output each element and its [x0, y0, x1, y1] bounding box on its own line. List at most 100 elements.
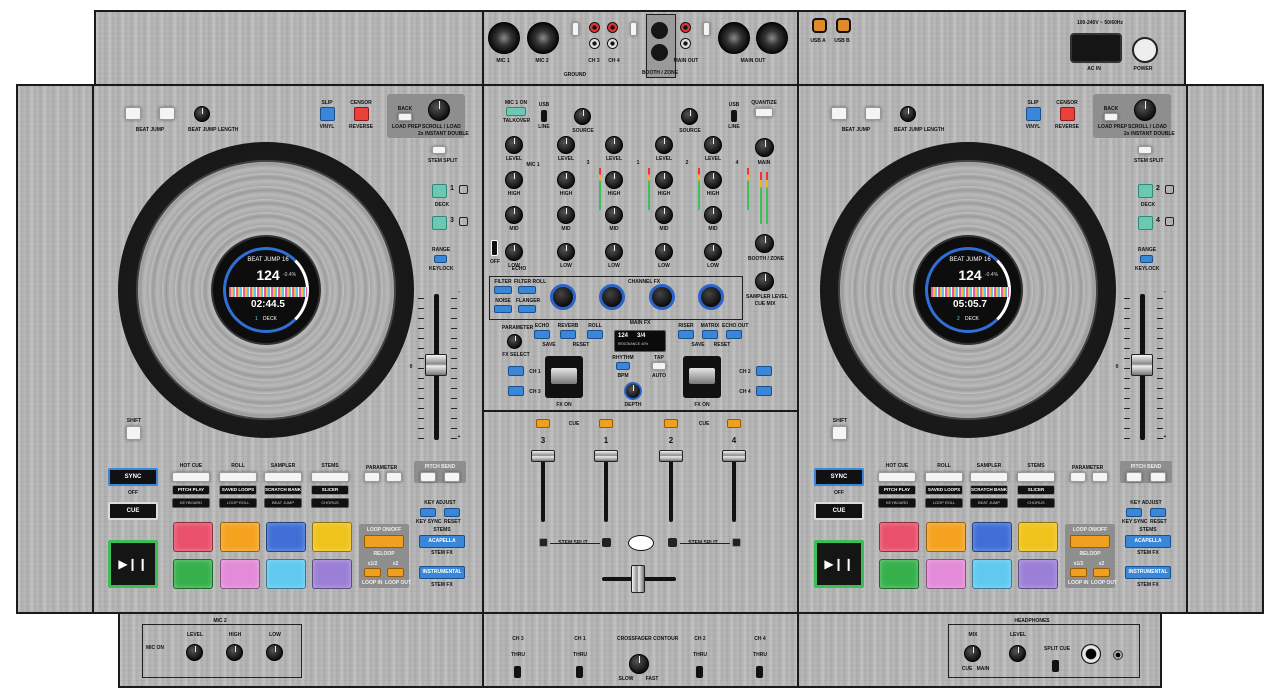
mic2-low-knob[interactable] — [266, 644, 283, 661]
performance-pad[interactable] — [220, 522, 260, 552]
usb-b-port[interactable] — [836, 18, 851, 33]
loop-on-off-button[interactable] — [364, 535, 404, 548]
ch1-mid-knob[interactable] — [605, 206, 623, 224]
pad-mode-button[interactable]: SAVED LOOPS — [219, 485, 257, 495]
stem-split-left-button[interactable] — [539, 538, 548, 547]
channel-fx-knob-2[interactable] — [649, 284, 675, 310]
back-button[interactable] — [1104, 113, 1118, 121]
filter-button[interactable] — [494, 286, 512, 294]
pad-mode-sub-button[interactable]: CHORUS — [311, 498, 349, 508]
pad-mode-top-button[interactable] — [264, 472, 302, 482]
performance-pad[interactable] — [926, 559, 966, 589]
pad-mode-sub-button[interactable]: BEAT JUMP — [264, 498, 302, 508]
usb-a-port[interactable] — [812, 18, 827, 33]
stem-split-button[interactable] — [1138, 146, 1152, 154]
cue-button-ch4[interactable] — [727, 419, 741, 428]
booth-jack-2[interactable] — [651, 44, 668, 61]
ch3-mid-knob[interactable] — [557, 206, 575, 224]
channel-fx-knob-3[interactable] — [550, 284, 576, 310]
mic1-jack[interactable] — [488, 22, 520, 54]
deck-button-b[interactable] — [432, 216, 447, 230]
booth-jack-1[interactable] — [651, 22, 668, 39]
parameter-plus-button[interactable] — [1092, 472, 1108, 482]
pitch-bend-plus-button[interactable] — [1150, 472, 1166, 482]
ch4-mid-knob[interactable] — [704, 206, 722, 224]
channel-fx-knob-1[interactable] — [599, 284, 625, 310]
performance-pad[interactable] — [972, 559, 1012, 589]
ch2-fader-cap[interactable] — [659, 450, 683, 462]
performance-pad[interactable] — [173, 522, 213, 552]
stem-split-right-pin[interactable] — [668, 538, 677, 547]
split-cue-switch[interactable] — [1052, 660, 1059, 672]
ch3-rca-r[interactable] — [589, 38, 600, 49]
cue-button-ch3[interactable] — [536, 419, 550, 428]
ch4-fader-cap[interactable] — [722, 450, 746, 462]
ch4-rca-r[interactable] — [607, 38, 618, 49]
main-level-knob[interactable] — [755, 138, 774, 157]
source-switch-left[interactable] — [541, 110, 547, 122]
crossfader-cap[interactable] — [631, 565, 645, 593]
sync-button[interactable]: SYNC — [108, 468, 158, 486]
beat-jump-forward-button[interactable] — [159, 107, 175, 120]
pad-mode-button[interactable]: SCRATCH BANK — [264, 485, 302, 495]
slip-button[interactable] — [320, 107, 335, 121]
performance-pad[interactable] — [173, 559, 213, 589]
instrumental-button[interactable]: INSTRUMENTAL — [419, 566, 465, 579]
pad-mode-button[interactable]: SCRATCH BANK — [970, 485, 1008, 495]
ch3-fader-cap[interactable] — [531, 450, 555, 462]
fx-assign-ch4-button[interactable] — [756, 386, 772, 396]
pad-mode-top-button[interactable] — [1017, 472, 1055, 482]
performance-pad[interactable] — [266, 522, 306, 552]
pitch-fader-cap[interactable] — [425, 354, 447, 376]
ch2-gain-knob[interactable] — [655, 136, 673, 154]
channel-fx-knob-4[interactable] — [698, 284, 724, 310]
stem-split-right-button[interactable] — [732, 538, 741, 547]
fx-matrix-button[interactable] — [702, 330, 718, 339]
beat-jump-back-button[interactable] — [831, 107, 847, 120]
deck-button-b[interactable] — [1138, 216, 1153, 230]
fx-roll-button[interactable] — [587, 330, 603, 339]
fx-assign-ch2-button[interactable] — [756, 366, 772, 376]
ch4-gain-knob[interactable] — [704, 136, 722, 154]
noise-button[interactable] — [494, 305, 512, 313]
cue-button[interactable]: CUE — [108, 502, 158, 520]
main-out-xlr-l[interactable] — [718, 22, 750, 54]
cue-button[interactable]: CUE — [814, 502, 864, 520]
acapella-button[interactable]: ACAPELLA — [419, 535, 465, 548]
fx-assign-ch3-button[interactable] — [508, 386, 524, 396]
flanger-button[interactable] — [518, 305, 536, 313]
key-reset-button[interactable] — [1150, 508, 1166, 517]
pad-mode-sub-button[interactable]: LOOP ROLL — [925, 498, 963, 508]
main-out-xlr-r[interactable] — [756, 22, 788, 54]
filter-roll-button[interactable] — [518, 286, 536, 294]
fx-depth-knob-center[interactable] — [624, 382, 642, 400]
mic1-low-knob[interactable] — [505, 243, 523, 261]
pad-mode-top-button[interactable] — [925, 472, 963, 482]
beat-jump-length-knob[interactable] — [900, 106, 916, 122]
keylock-button[interactable] — [434, 255, 447, 263]
key-sync-button[interactable] — [1126, 508, 1142, 517]
pad-mode-sub-button[interactable]: CHORUS — [1017, 498, 1055, 508]
censor-button[interactable] — [1060, 107, 1075, 121]
parameter-minus-button[interactable] — [364, 472, 380, 482]
bpm-button[interactable] — [616, 362, 630, 370]
performance-pad[interactable] — [312, 522, 352, 552]
play-pause-button[interactable]: ▶❙❙ — [814, 540, 864, 588]
pad-mode-button[interactable]: SAVED LOOPS — [925, 485, 963, 495]
sync-button[interactable]: SYNC — [814, 468, 864, 486]
beat-jump-forward-button[interactable] — [865, 107, 881, 120]
pad-mode-sub-button[interactable]: LOOP ROLL — [219, 498, 257, 508]
tap-button[interactable] — [652, 362, 666, 370]
ch1-gain-knob[interactable] — [605, 136, 623, 154]
ch4-high-knob[interactable] — [704, 171, 722, 189]
performance-pad[interactable] — [1018, 522, 1058, 552]
pad-mode-top-button[interactable] — [878, 472, 916, 482]
pad-mode-button[interactable]: PITCH PLAY — [878, 485, 916, 495]
beat-jump-length-knob[interactable] — [194, 106, 210, 122]
performance-pad[interactable] — [879, 559, 919, 589]
performance-pad[interactable] — [879, 522, 919, 552]
ch4-low-knob[interactable] — [704, 243, 722, 261]
mic1-level-knob[interactable] — [505, 136, 523, 154]
pad-mode-sub-button[interactable]: KEYBOARD — [878, 498, 916, 508]
pad-mode-top-button[interactable] — [970, 472, 1008, 482]
